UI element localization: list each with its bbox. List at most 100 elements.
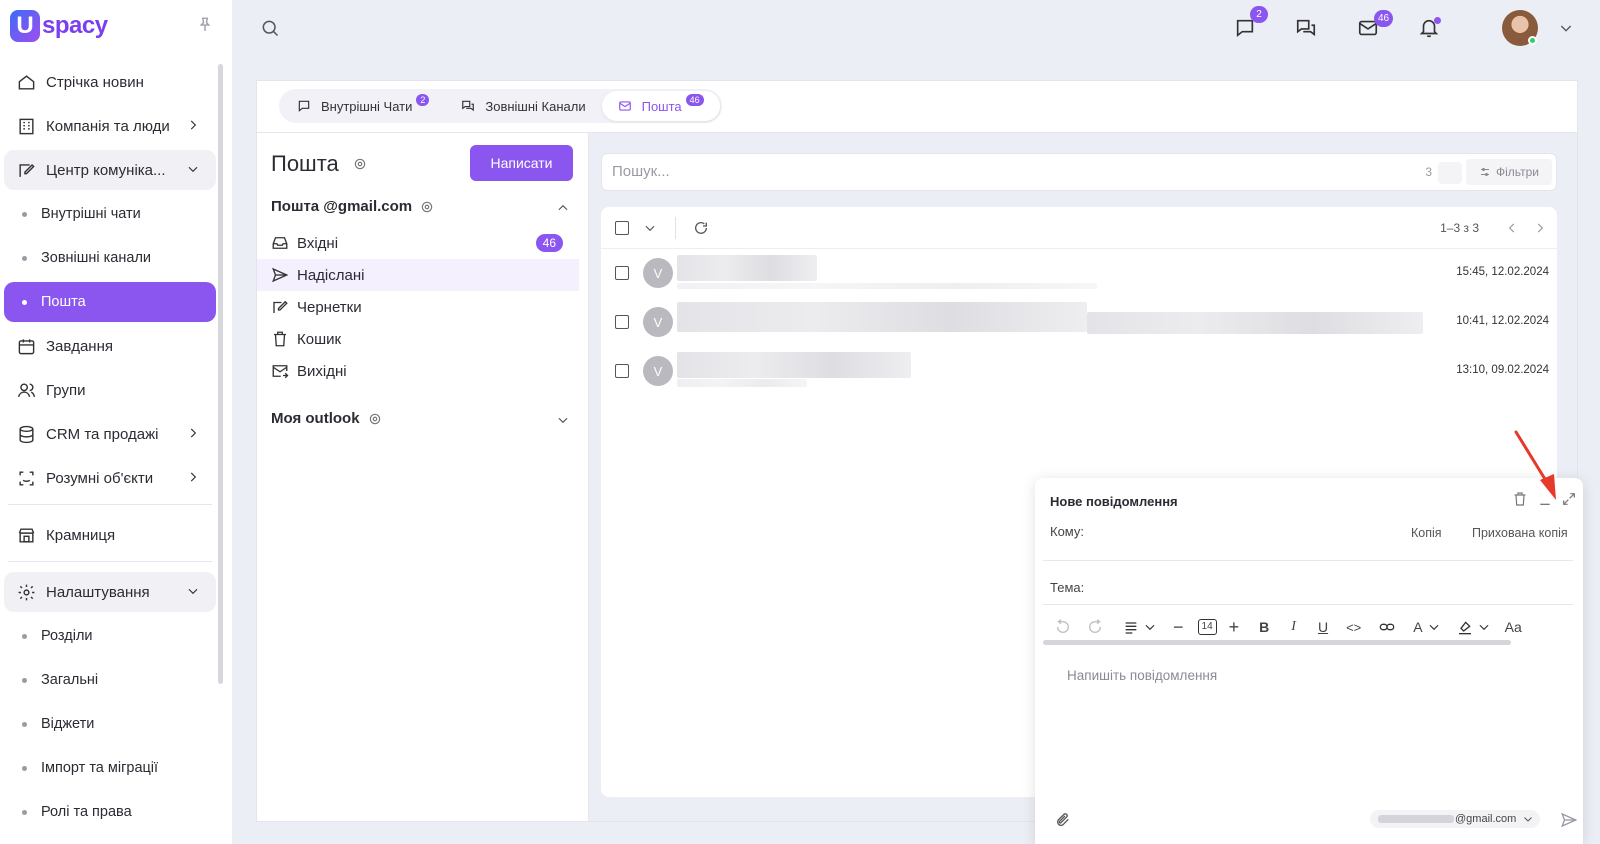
message-body[interactable]: Напишіть повідомлення xyxy=(1067,668,1217,683)
sidebar-item-crm[interactable]: CRM та продажі xyxy=(4,414,216,454)
folder-badge: 46 xyxy=(535,234,563,252)
account-outlook[interactable]: Моя outlook xyxy=(271,410,382,427)
mail-row[interactable]: V 13:10, 09.02.2024 xyxy=(601,347,1557,396)
chevron-right-icon xyxy=(190,428,197,438)
to-label: Кому: xyxy=(1050,524,1084,539)
sidebar-subitem-roles[interactable]: Ролі та права xyxy=(4,792,216,832)
account-gmail[interactable]: Пошта @gmail.com xyxy=(271,198,434,215)
sender-select[interactable]: @gmail.com xyxy=(1370,810,1541,828)
sidebar-item-groups[interactable]: Групи xyxy=(4,370,216,410)
font-style-button[interactable]: Aa xyxy=(1505,616,1522,638)
search-input[interactable] xyxy=(612,163,1312,180)
sidebar-item-label: Зовнішні канали xyxy=(41,250,152,266)
pin-icon[interactable] xyxy=(196,16,214,34)
mail-badge: 46 xyxy=(1374,10,1394,27)
bcc-button[interactable]: Прихована копія xyxy=(1472,526,1568,540)
sidebar-item-smart-objects[interactable]: Розумні об'єкти xyxy=(4,458,216,498)
clear-search-button[interactable] xyxy=(1438,162,1462,184)
underline-button[interactable]: U xyxy=(1318,616,1328,638)
redo-icon[interactable] xyxy=(1087,619,1103,635)
calendar-icon xyxy=(16,336,36,356)
tab-mail[interactable]: Пошта 46 xyxy=(601,91,720,121)
folder-outbox[interactable]: Вихідні xyxy=(257,355,579,387)
editor-toolbar: − 14 + B I U <> A Aa xyxy=(1047,616,1577,638)
mail-out-icon xyxy=(272,365,289,379)
app-logo[interactable]: U spacy xyxy=(10,10,108,42)
attachment-icon[interactable] xyxy=(1055,812,1071,828)
expand-icon[interactable] xyxy=(1561,491,1577,507)
chevron-down-icon xyxy=(1524,817,1533,822)
toolbar-scrollbar[interactable] xyxy=(1043,640,1511,645)
redacted-sender xyxy=(677,352,911,378)
chevron-down-icon[interactable] xyxy=(1477,620,1491,634)
sidebar-scrollbar[interactable] xyxy=(218,64,223,684)
chevron-left-icon[interactable] xyxy=(1505,221,1519,235)
row-checkbox[interactable] xyxy=(615,364,629,378)
bold-button[interactable]: B xyxy=(1259,616,1269,638)
sidebar-subitem-external-channels[interactable]: Зовнішні канали xyxy=(4,238,216,278)
text-color-button[interactable]: A xyxy=(1413,616,1422,638)
folder-drafts[interactable]: Чернетки xyxy=(257,291,579,323)
chevron-down-icon[interactable] xyxy=(1143,620,1157,634)
tab-external-channels[interactable]: Зовнішні Канали xyxy=(445,91,601,121)
sidebar-item-tasks[interactable]: Завдання xyxy=(4,326,216,366)
sidebar-item-settings[interactable]: Налаштування xyxy=(4,572,216,612)
link-icon[interactable] xyxy=(1379,619,1395,635)
undo-icon[interactable] xyxy=(1055,619,1071,635)
sidebar-item-store[interactable]: Крамниця xyxy=(4,515,216,555)
sidebar-item-company[interactable]: Компанія та люди xyxy=(4,106,216,146)
folder-inbox[interactable]: Вхідні 46 xyxy=(257,227,579,259)
code-button[interactable]: <> xyxy=(1346,616,1361,638)
gear-icon[interactable] xyxy=(368,412,382,426)
sidebar-item-label: Розділи xyxy=(41,628,93,644)
sliders-icon xyxy=(1481,168,1489,176)
sidebar-item-label: Завдання xyxy=(46,337,113,355)
folder-label: Вхідні xyxy=(297,234,339,252)
account-label: Пошта @gmail.com xyxy=(271,198,413,215)
sidebar-subitem-sections[interactable]: Розділи xyxy=(4,616,216,656)
folder-trash[interactable]: Кошик xyxy=(257,323,579,355)
sidebar-item-label: Внутрішні чати xyxy=(41,206,141,222)
sidebar-subitem-import[interactable]: Імпорт та міграції xyxy=(4,748,216,788)
chevron-down-icon[interactable] xyxy=(643,221,657,235)
font-size-field[interactable]: 14 xyxy=(1197,616,1217,638)
sidebar-subitem-internal-chats[interactable]: Внутрішні чати xyxy=(4,194,216,234)
compose-window: Нове повідомлення Кому: Копія Прихована … xyxy=(1035,478,1583,844)
refresh-icon[interactable] xyxy=(693,220,709,236)
redacted-preview xyxy=(677,379,807,387)
row-checkbox[interactable] xyxy=(615,315,629,329)
page-title: Пошта xyxy=(271,151,339,176)
sidebar-subitem-general[interactable]: Загальні xyxy=(4,660,216,700)
tab-internal-chats[interactable]: Внутрішні Чати 2 xyxy=(281,91,445,121)
sidebar-subitem-mail[interactable]: Пошта xyxy=(4,282,216,322)
chevron-up-icon[interactable] xyxy=(556,201,570,215)
mail-row[interactable]: V 15:45, 12.02.2024 xyxy=(601,249,1557,298)
gear-icon[interactable] xyxy=(420,200,434,214)
tab-label: Зовнішні Канали xyxy=(485,98,586,114)
select-all-checkbox[interactable] xyxy=(615,221,629,235)
increase-font-button[interactable]: + xyxy=(1229,616,1240,638)
chevron-down-icon[interactable] xyxy=(556,413,570,427)
filters-button[interactable]: Фільтри xyxy=(1466,159,1552,185)
folder-sent[interactable]: Надіслані xyxy=(257,259,579,291)
sidebar-item-news[interactable]: Стрічка новин xyxy=(4,62,216,102)
sidebar-item-communications[interactable]: Центр комуніка... xyxy=(4,150,216,190)
chevron-right-icon[interactable] xyxy=(1533,221,1547,235)
row-checkbox[interactable] xyxy=(615,266,629,280)
sidebar-subitem-widgets[interactable]: Віджети xyxy=(4,704,216,744)
send-icon[interactable] xyxy=(1560,811,1578,829)
messages-icon[interactable] xyxy=(1295,17,1317,39)
search-icon[interactable] xyxy=(260,18,280,38)
decrease-font-button[interactable]: − xyxy=(1173,616,1184,638)
italic-button[interactable]: I xyxy=(1291,616,1296,638)
tab-badge: 2 xyxy=(416,94,430,106)
cc-button[interactable]: Копія xyxy=(1411,526,1442,540)
align-icon[interactable] xyxy=(1123,619,1139,635)
gear-icon[interactable] xyxy=(353,157,367,171)
mail-row[interactable]: V 10:41, 12.02.2024 xyxy=(601,298,1557,347)
chevron-down-icon[interactable] xyxy=(1427,620,1441,634)
highlight-icon[interactable] xyxy=(1457,619,1473,635)
chevron-down-icon[interactable] xyxy=(1558,20,1574,36)
subject-divider xyxy=(1043,604,1573,605)
compose-button[interactable]: Написати xyxy=(470,145,573,181)
